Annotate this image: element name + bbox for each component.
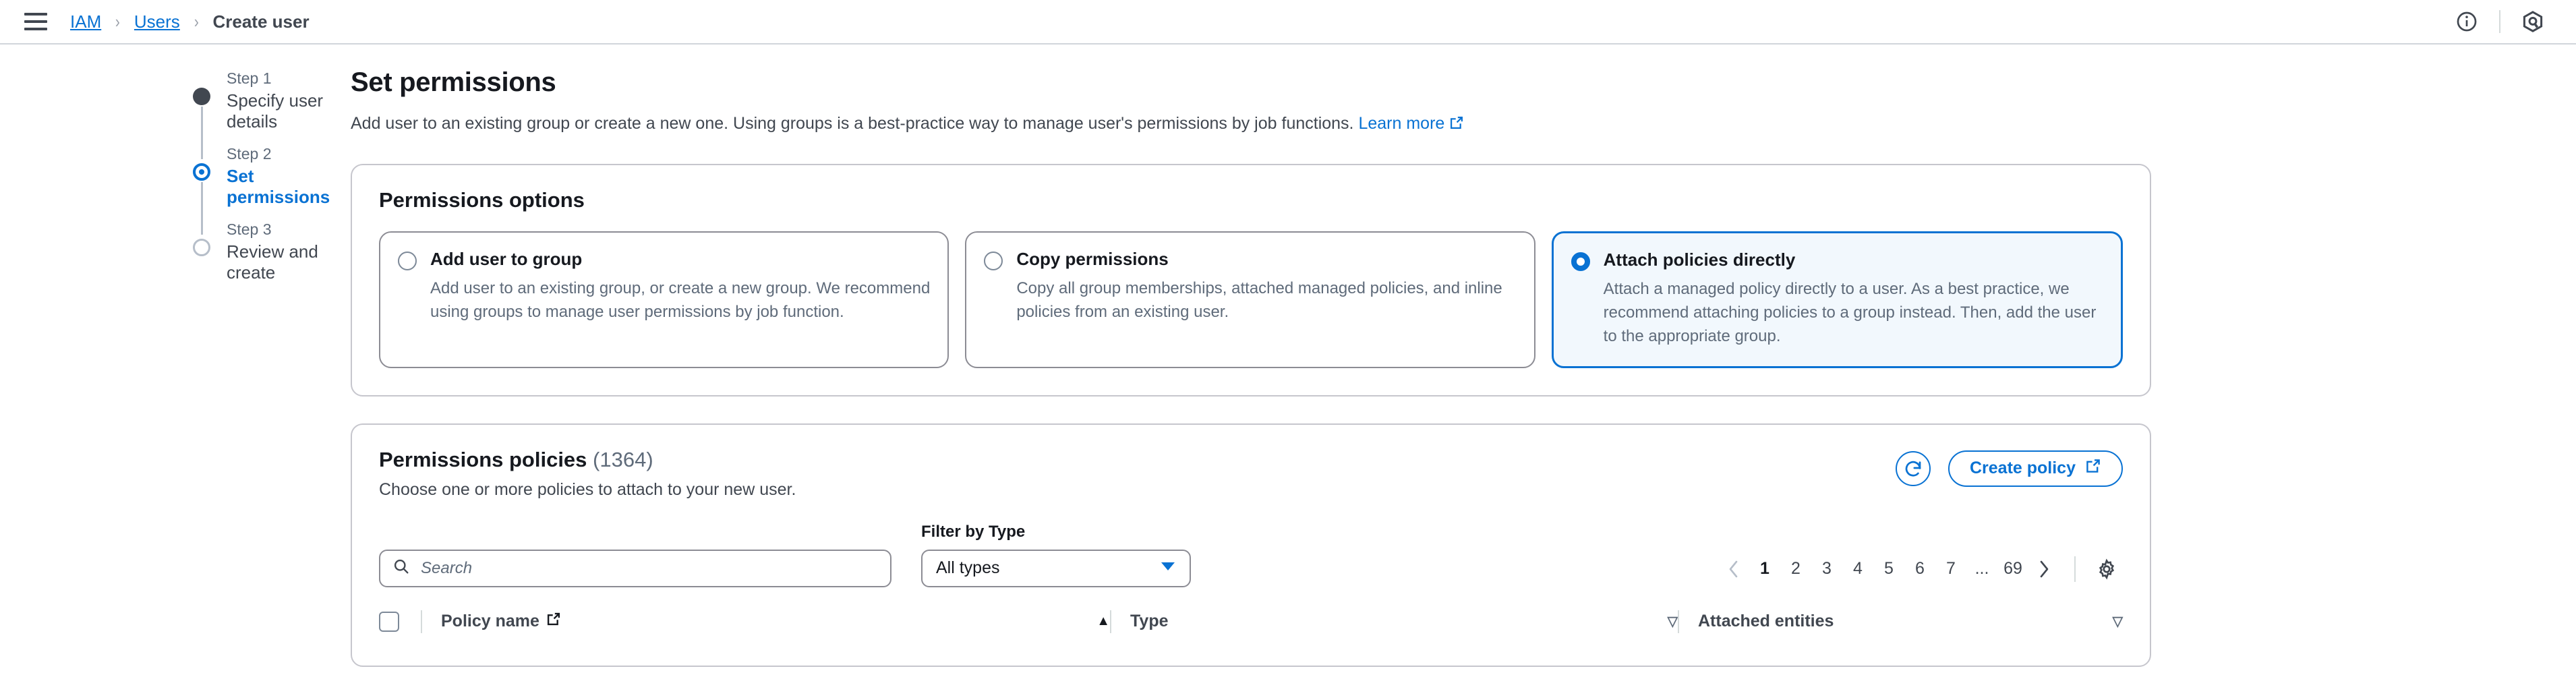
- radio-add-user-to-group[interactable]: [398, 252, 417, 271]
- permissions-policies-header: Permissions policies (1364) Choose one o…: [379, 448, 2123, 500]
- pagination-page-69[interactable]: 69: [1997, 554, 2028, 585]
- permissions-options-panel: Permissions options Add user to group Ad…: [351, 164, 2151, 396]
- permissions-policies-count: (1364): [593, 447, 653, 471]
- step-marker-done-icon: [193, 88, 210, 105]
- pagination-page-6[interactable]: 6: [1904, 554, 1935, 585]
- learn-more-link[interactable]: Learn more: [1358, 114, 1464, 133]
- filter-by-type-label: Filter by Type: [921, 522, 1026, 541]
- step-title: Set permissions: [227, 166, 330, 208]
- option-card-header: Attach policies directly: [1571, 249, 2103, 272]
- chevron-left-icon[interactable]: [1718, 554, 1749, 585]
- pagination-page-2[interactable]: 2: [1780, 554, 1811, 585]
- policies-table-header: Policy name ▲ Type ▽ Attached entities ▽: [379, 605, 2123, 639]
- permissions-policies-title: Permissions policies (1364): [379, 448, 796, 472]
- permissions-policies-actions: Create policy: [1895, 448, 2123, 487]
- policies-filter-row: Filter by Type All types 1 2 3: [379, 523, 2123, 587]
- column-header-attached-entities[interactable]: Attached entities ▽: [1679, 612, 2123, 631]
- topbar-actions: [2449, 4, 2550, 39]
- select-all-cell: [379, 611, 421, 632]
- main-content: Set permissions Add user to an existing …: [351, 67, 2576, 667]
- page-description-text: Add user to an existing group or create …: [351, 114, 1354, 133]
- search-input-wrapper[interactable]: [379, 549, 891, 587]
- filter-by-type-group: Filter by Type All types: [921, 523, 1191, 587]
- column-header-type-label: Type: [1130, 612, 1169, 631]
- top-navigation-bar: IAM › Users › Create user: [0, 0, 2576, 45]
- column-header-policy-name-label: Policy name: [441, 612, 539, 631]
- search-input[interactable]: [421, 558, 878, 578]
- stepper-item-specify-user-details[interactable]: Step 1 Specify user details: [193, 67, 351, 159]
- option-card-copy-permissions[interactable]: Copy permissions Copy all group membersh…: [965, 231, 1535, 368]
- external-link-icon: [1449, 113, 1464, 137]
- option-description: Add user to an existing group, or create…: [430, 279, 931, 322]
- refresh-icon[interactable]: [1895, 450, 1931, 486]
- create-policy-button[interactable]: Create policy: [1948, 450, 2123, 487]
- step-number: Step 2: [227, 145, 272, 163]
- filter-by-type-select[interactable]: All types: [921, 549, 1191, 587]
- permissions-options-title: Permissions options: [379, 188, 585, 212]
- page-description: Add user to an existing group or create …: [351, 111, 2576, 137]
- pagination-page-5[interactable]: 5: [1873, 554, 1904, 585]
- pagination: 1 2 3 4 5 6 7 ... 69: [1718, 554, 2123, 587]
- filter-by-type-value: All types: [936, 558, 1000, 578]
- breadcrumb: IAM › Users › Create user: [70, 11, 310, 32]
- option-description: Copy all group memberships, attached man…: [1016, 279, 1502, 322]
- option-label: Add user to group: [430, 249, 583, 270]
- breadcrumb-item-users[interactable]: Users: [134, 11, 180, 32]
- step-title: Review and create: [227, 241, 318, 283]
- pagination-ellipsis: ...: [1974, 559, 1989, 579]
- breadcrumb-separator: ›: [194, 11, 199, 32]
- option-label: Copy permissions: [1016, 249, 1169, 270]
- chevron-down-icon: [1160, 561, 1176, 575]
- stepper-item-review-and-create[interactable]: Step 3 Review and create: [193, 218, 351, 283]
- radio-attach-policies-directly[interactable]: [1571, 252, 1590, 272]
- breadcrumb-item-iam[interactable]: IAM: [70, 11, 101, 32]
- learn-more-label: Learn more: [1358, 114, 1445, 133]
- permissions-policies-heading-block: Permissions policies (1364) Choose one o…: [379, 448, 796, 500]
- info-circle-icon[interactable]: [2449, 4, 2484, 39]
- permissions-policies-title-text: Permissions policies: [379, 447, 587, 471]
- option-card-header: Add user to group: [398, 249, 930, 271]
- option-label: Attach policies directly: [1603, 249, 1796, 270]
- search-icon: [392, 558, 410, 579]
- step-marker-active-icon: [193, 163, 210, 181]
- sort-ascending-icon: ▲: [1096, 614, 1110, 629]
- step-marker-todo-icon: [193, 239, 210, 256]
- amazon-q-icon[interactable]: [2515, 4, 2550, 39]
- breadcrumb-item-create-user: Create user: [212, 11, 310, 32]
- column-header-type[interactable]: Type ▽: [1111, 612, 1678, 631]
- permissions-policies-subtitle: Choose one or more policies to attach to…: [379, 479, 796, 499]
- pagination-page-1[interactable]: 1: [1749, 554, 1780, 585]
- step-number: Step 3: [227, 220, 272, 238]
- breadcrumb-separator: ›: [115, 11, 121, 32]
- pagination-divider: [2074, 556, 2076, 582]
- stepper-item-set-permissions[interactable]: Step 2 Set permissions: [193, 143, 351, 235]
- option-card-attach-policies-directly[interactable]: Attach policies directly Attach a manage…: [1551, 231, 2123, 368]
- radio-copy-permissions[interactable]: [984, 252, 1003, 271]
- option-card-add-user-to-group[interactable]: Add user to group Add user to an existin…: [379, 231, 949, 368]
- step-title: Specify user details: [227, 90, 324, 132]
- external-link-icon: [2085, 458, 2101, 479]
- create-policy-label: Create policy: [1969, 459, 2076, 478]
- gear-icon[interactable]: [2090, 554, 2123, 585]
- column-header-policy-name[interactable]: Policy name ▲: [422, 612, 1110, 631]
- column-header-attached-entities-label: Attached entities: [1698, 612, 1834, 631]
- external-link-icon: [546, 612, 561, 631]
- permissions-policies-panel: Permissions policies (1364) Choose one o…: [351, 423, 2151, 667]
- sort-icon: ▽: [1667, 614, 1678, 630]
- pagination-page-3[interactable]: 3: [1811, 554, 1842, 585]
- page-title: Set permissions: [351, 67, 556, 97]
- sort-icon: ▽: [2112, 614, 2123, 630]
- pagination-page-7[interactable]: 7: [1935, 554, 1966, 585]
- option-description: Attach a managed policy directly to a us…: [1603, 280, 2097, 345]
- pagination-page-4[interactable]: 4: [1842, 554, 1873, 585]
- wizard-stepper: Step 1 Specify user details Step 2 Set p…: [0, 67, 351, 667]
- hamburger-menu-icon[interactable]: [24, 13, 47, 30]
- topbar-divider: [2499, 10, 2500, 33]
- option-card-header: Copy permissions: [984, 249, 1516, 271]
- chevron-right-icon[interactable]: [2028, 554, 2059, 585]
- step-number: Step 1: [227, 69, 272, 87]
- select-all-checkbox[interactable]: [379, 611, 399, 632]
- permissions-options-cards: Add user to group Add user to an existin…: [379, 231, 2123, 368]
- page-body: Step 1 Specify user details Step 2 Set p…: [0, 45, 2576, 667]
